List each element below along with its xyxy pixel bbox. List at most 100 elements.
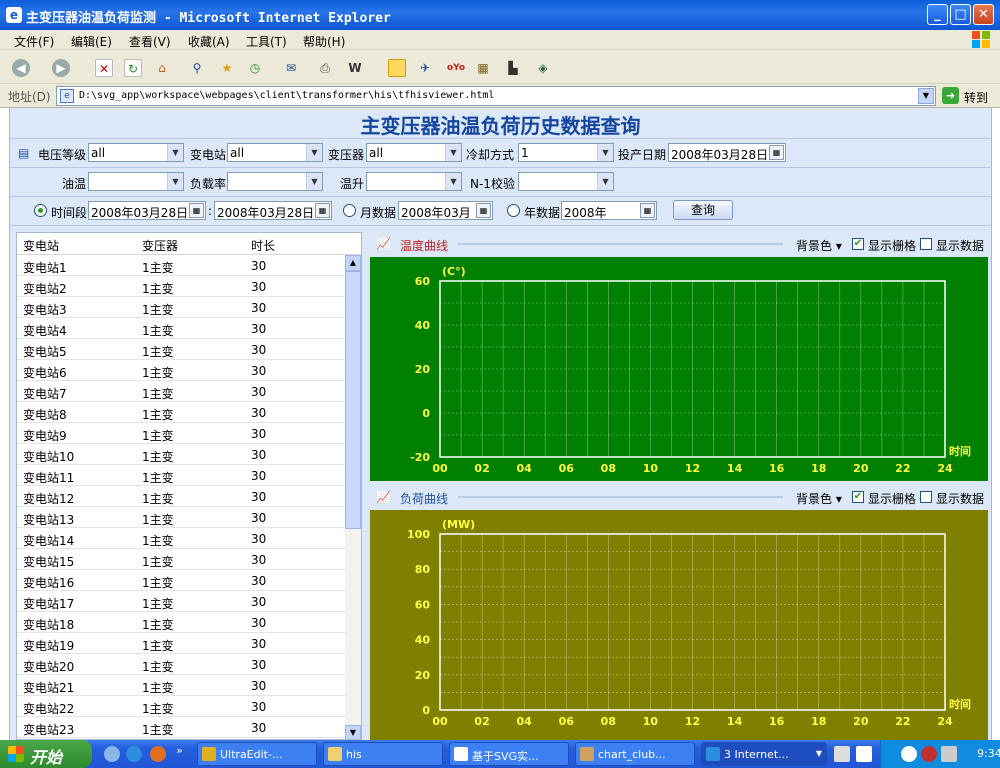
scroll-down-icon[interactable]: ▼ — [345, 725, 361, 739]
load-data-checkbox[interactable] — [920, 491, 932, 503]
print-icon[interactable]: ⎙ — [316, 59, 334, 77]
commission-date-input[interactable]: 2008年03月28日 ▦ — [668, 143, 786, 162]
table-row[interactable]: 变电站21 1主变 30 — [17, 675, 347, 696]
menu-favorites[interactable]: 收藏(A) — [188, 33, 230, 50]
menu-view[interactable]: 查看(V) — [129, 33, 171, 50]
calendar-icon[interactable]: ▦ — [640, 203, 655, 218]
table-row[interactable]: 变电站7 1主变 30 — [17, 381, 347, 402]
chevron-right-icon[interactable]: » — [176, 744, 183, 757]
security-icon[interactable] — [921, 746, 937, 762]
research-icon[interactable]: oYo — [446, 59, 466, 77]
temperature-data-checkbox[interactable] — [920, 238, 932, 250]
load-rate-select[interactable]: ▼ — [227, 172, 323, 191]
table-row[interactable]: 变电站1 1主变 30 — [17, 255, 347, 276]
firefox-quicklaunch-icon[interactable] — [150, 746, 166, 762]
col-header-duration[interactable]: 时长 — [251, 237, 275, 254]
table-row[interactable]: 变电站23 1主变 30 — [17, 717, 347, 738]
cooling-select[interactable]: 1 ▼ — [518, 143, 614, 162]
calendar-icon[interactable]: ▦ — [189, 203, 204, 218]
table-row[interactable]: 变电站20 1主变 30 — [17, 654, 347, 675]
forward-icon[interactable]: ▶ — [52, 59, 70, 77]
table-row[interactable]: 变电站22 1主变 30 — [17, 696, 347, 717]
month-radio[interactable] — [343, 204, 356, 217]
table-row[interactable]: 变电站17 1主变 30 — [17, 591, 347, 612]
address-dropdown-icon[interactable]: ▼ — [918, 88, 934, 104]
period-radio[interactable] — [34, 204, 47, 217]
year-radio[interactable] — [507, 204, 520, 217]
temperature-grid-checkbox[interactable]: ✔ — [852, 238, 864, 250]
table-row[interactable]: 变电站9 1主变 30 — [17, 423, 347, 444]
plugin-icon[interactable]: ◈ — [534, 59, 552, 77]
favorites-icon[interactable]: ★ — [218, 59, 236, 77]
menu-tools[interactable]: 工具(T) — [246, 33, 287, 50]
discuss-icon[interactable] — [388, 59, 406, 77]
temperature-bg-color-menu[interactable]: 背景色 ▾ — [796, 237, 842, 254]
col-header-station[interactable]: 变电站 — [23, 237, 59, 254]
go-button[interactable]: ➜ 转到 — [940, 86, 996, 106]
task-internet-explorer[interactable]: 3 Internet... ▼ — [701, 742, 827, 766]
refresh-icon[interactable]: ↻ — [124, 59, 142, 77]
task-chart-club[interactable]: chart_club... — [575, 742, 695, 766]
edit-icon[interactable]: W — [346, 59, 364, 77]
show-desktop-icon[interactable] — [104, 746, 120, 762]
tools-icon[interactable]: ▦ — [474, 59, 492, 77]
bookmark-icon[interactable]: ▙ — [504, 59, 522, 77]
table-row[interactable]: 变电站13 1主变 30 — [17, 507, 347, 528]
task-svg-doc[interactable]: 基于SVG实... — [449, 742, 569, 766]
task-ultraedit[interactable]: UltraEdit-... — [197, 742, 317, 766]
transformer-select[interactable]: all ▼ — [366, 143, 462, 162]
year-input[interactable]: 2008年 ▦ — [561, 201, 657, 220]
load-bg-color-menu[interactable]: 背景色 ▾ — [796, 490, 842, 507]
maximize-button[interactable]: □ — [950, 4, 971, 25]
network-icon[interactable] — [941, 746, 957, 762]
help-icon[interactable] — [856, 746, 872, 762]
table-row[interactable]: 变电站8 1主变 30 — [17, 402, 347, 423]
home-icon[interactable]: ⌂ — [153, 59, 171, 77]
back-icon[interactable]: ◀ — [12, 59, 30, 77]
voltage-select[interactable]: all ▼ — [88, 143, 184, 162]
substation-select[interactable]: all ▼ — [227, 143, 323, 162]
calendar-icon[interactable]: ▦ — [769, 145, 784, 160]
table-row[interactable]: 变电站10 1主变 30 — [17, 444, 347, 465]
close-button[interactable]: ✕ — [973, 4, 994, 25]
query-button[interactable]: 查询 — [673, 200, 733, 220]
tray-icon[interactable] — [901, 746, 917, 762]
period-from-input[interactable]: 2008年03月28日 ▦ — [88, 201, 206, 220]
table-row[interactable]: 变电站2 1主变 30 — [17, 276, 347, 297]
month-input[interactable]: 2008年03月 ▦ — [398, 201, 493, 220]
table-row[interactable]: 变电站18 1主变 30 — [17, 612, 347, 633]
menu-edit[interactable]: 编辑(E) — [71, 33, 112, 50]
table-row[interactable]: 变电站16 1主变 30 — [17, 570, 347, 591]
table-row[interactable]: 变电站4 1主变 30 — [17, 318, 347, 339]
table-scrollbar[interactable]: ▲ ▼ — [345, 255, 361, 739]
messenger-icon[interactable]: ✈ — [416, 59, 434, 77]
load-grid-checkbox[interactable]: ✔ — [852, 491, 864, 503]
table-row[interactable]: 变电站3 1主变 30 — [17, 297, 347, 318]
oil-temp-select[interactable]: ▼ — [88, 172, 184, 191]
menu-help[interactable]: 帮助(H) — [303, 33, 345, 50]
mail-icon[interactable]: ✉ — [282, 59, 300, 77]
calendar-icon[interactable]: ▦ — [476, 203, 491, 218]
table-row[interactable]: 变电站5 1主变 30 — [17, 339, 347, 360]
scroll-thumb[interactable] — [345, 271, 361, 529]
address-input[interactable]: e D:\svg_app\workspace\webpages\client\t… — [56, 86, 936, 106]
temp-rise-select[interactable]: ▼ — [366, 172, 462, 191]
table-row[interactable]: 变电站12 1主变 30 — [17, 486, 347, 507]
start-button[interactable]: 开始 — [0, 740, 92, 768]
table-row[interactable]: 变电站15 1主变 30 — [17, 549, 347, 570]
menu-file[interactable]: 文件(F) — [14, 33, 54, 50]
search-icon[interactable]: ⚲ — [188, 59, 206, 77]
task-his-folder[interactable]: his — [323, 742, 443, 766]
col-header-transformer[interactable]: 变压器 — [142, 237, 178, 254]
n1-select[interactable]: ▼ — [518, 172, 614, 191]
table-row[interactable]: 变电站19 1主变 30 — [17, 633, 347, 654]
stop-icon[interactable]: ✕ — [95, 59, 113, 77]
period-to-input[interactable]: 2008年03月28日 ▦ — [214, 201, 332, 220]
minimize-button[interactable]: _ — [927, 4, 948, 25]
table-row[interactable]: 变电站14 1主变 30 — [17, 528, 347, 549]
history-icon[interactable]: ◷ — [246, 59, 264, 77]
calendar-icon[interactable]: ▦ — [315, 203, 330, 218]
table-row[interactable]: 变电站11 1主变 30 — [17, 465, 347, 486]
table-row[interactable]: 变电站6 1主变 30 — [17, 360, 347, 381]
keyboard-icon[interactable] — [834, 746, 850, 762]
